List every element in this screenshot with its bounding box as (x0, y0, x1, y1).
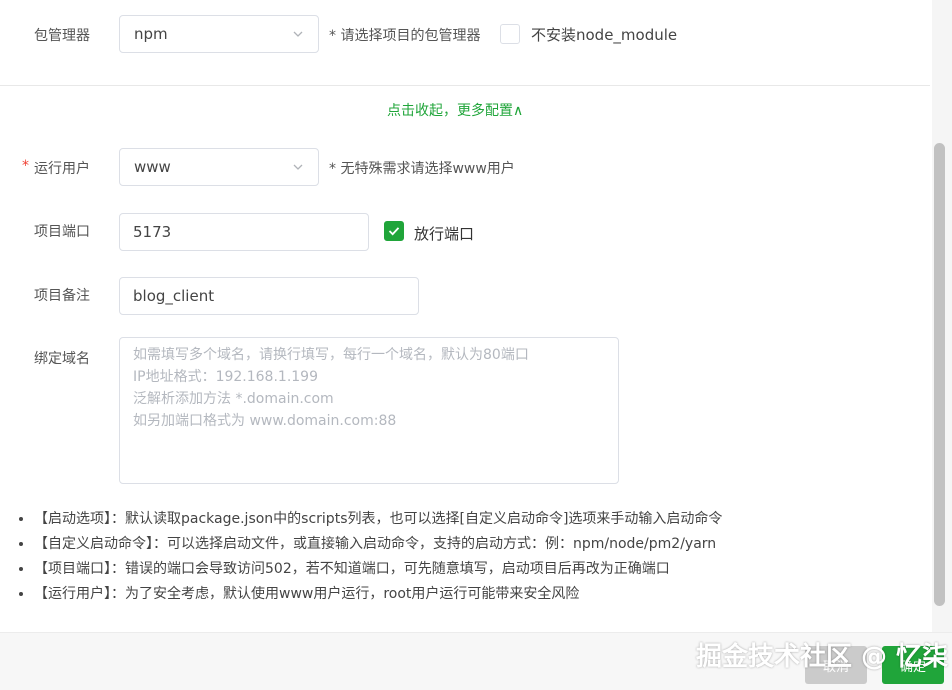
remark-input[interactable]: blog_client (119, 277, 419, 315)
domain-label: 绑定域名 (34, 351, 90, 367)
no-install-node-modules-label: 不安装node_module (531, 26, 678, 44)
domain-placeholder-line: 泛解析添加方法 *.domain.com (133, 391, 334, 407)
package-manager-label: 包管理器 (34, 28, 90, 44)
domain-placeholder-line: IP地址格式：192.168.1.199 (133, 369, 318, 385)
domain-placeholder-line: 如需填写多个域名，请换行填写，每行一个域名，默认为80端口 (133, 347, 529, 363)
watermark: 掘金技术社区 @ 忆柒 (696, 642, 949, 672)
section-divider (0, 85, 930, 86)
help-note: 【运行用户】：为了安全考虑，默认使用www用户运行，root用户运行可能带来安全… (34, 583, 722, 608)
chevron-down-icon (293, 164, 303, 170)
scrollbar-thumb[interactable] (934, 143, 945, 606)
checkmark-icon (388, 227, 400, 236)
no-install-node-modules-checkbox[interactable] (500, 24, 520, 44)
help-note: 【自定义启动命令】：可以选择启动文件，或直接输入启动命令，支持的启动方式：例：n… (34, 533, 722, 558)
domain-placeholder-line: 如另加端口格式为 www.domain.com:88 (133, 413, 397, 429)
port-label: 项目端口 (34, 224, 90, 240)
package-manager-hint: * 请选择项目的包管理器 (329, 28, 481, 44)
help-notes-list: 【启动选项】：默认读取package.json中的scripts列表，也可以选择… (14, 508, 722, 608)
remark-label: 项目备注 (34, 288, 90, 304)
remark-value: blog_client (133, 287, 215, 305)
open-port-label: 放行端口 (414, 225, 475, 243)
required-mark: * (22, 158, 29, 174)
run-user-select[interactable]: www (119, 148, 319, 186)
package-manager-select[interactable]: npm (119, 15, 319, 53)
chevron-down-icon (293, 31, 303, 37)
port-input[interactable]: 5173 (119, 213, 369, 251)
run-user-value: www (134, 158, 171, 176)
help-note: 【启动选项】：默认读取package.json中的scripts列表，也可以选择… (34, 508, 722, 533)
port-value: 5173 (133, 223, 172, 241)
open-port-checkbox[interactable] (384, 221, 404, 241)
collapse-config-link[interactable]: 点击收起，更多配置∧ (387, 100, 523, 120)
run-user-label: 运行用户 (34, 161, 90, 177)
help-note: 【项目端口】：错误的端口会导致访问502，若不知道端口，可先随意填写，启动项目后… (34, 558, 722, 583)
package-manager-value: npm (134, 25, 168, 43)
domain-textarea[interactable]: 如需填写多个域名，请换行填写，每行一个域名，默认为80端口 IP地址格式：192… (119, 337, 619, 484)
run-user-hint: * 无特殊需求请选择www用户 (329, 161, 515, 177)
